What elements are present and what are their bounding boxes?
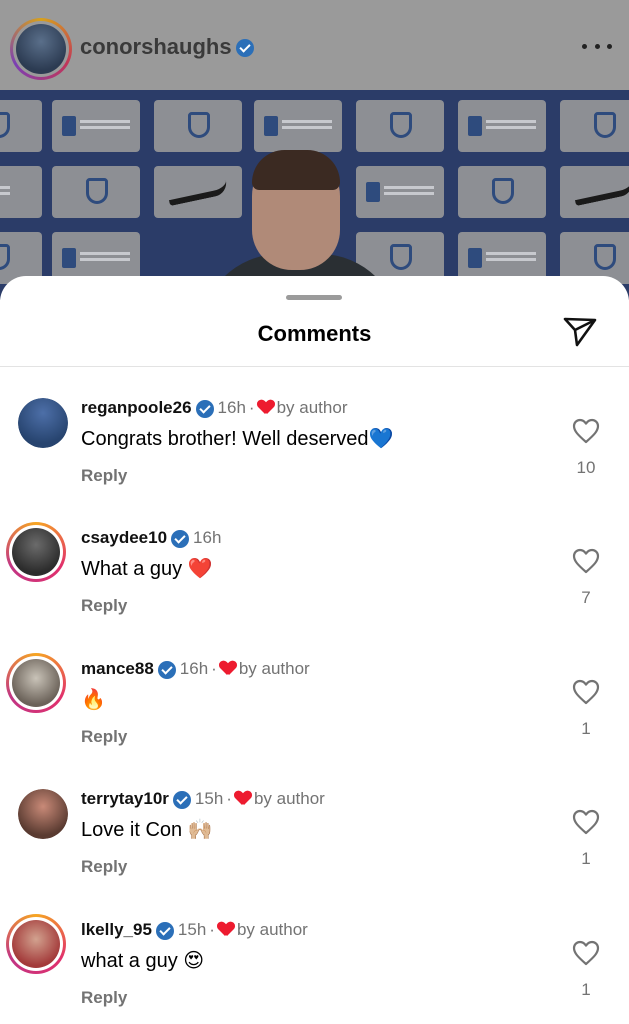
reply-button[interactable]: Reply [81, 988, 127, 1008]
comment-username[interactable]: reganpoole26 [81, 398, 192, 417]
post-username-row[interactable]: conorshaughs [80, 34, 254, 60]
comment-username[interactable]: lkelly_95 [81, 920, 152, 939]
comment-item: mance88 16h · by author 🔥 Reply 1 [0, 653, 629, 779]
separator-dot: · [211, 659, 217, 678]
commenter-avatar[interactable] [6, 522, 66, 582]
verified-badge-icon [171, 529, 190, 548]
comment-text: what a guy 😍 [81, 950, 205, 972]
verified-badge-icon [172, 790, 191, 809]
post-author-avatar[interactable] [10, 18, 72, 80]
comment-item: terrytay10r 15h · by author Love it Con 🙌🏼 Re… [0, 789, 629, 909]
verified-badge-icon [235, 39, 254, 58]
sheet-grabber-handle[interactable] [286, 295, 342, 300]
comment-timestamp: 15h [194, 789, 224, 808]
heart-outline-icon[interactable] [572, 418, 600, 444]
comment-timestamp: 16h [193, 528, 222, 547]
commenter-avatar[interactable] [6, 914, 66, 974]
commenter-avatar[interactable] [6, 653, 66, 713]
verified-badge-icon [195, 399, 214, 418]
comment-text: 🔥 [81, 689, 106, 711]
liked-by-author-label: by author [253, 789, 325, 808]
verified-badge-icon [155, 921, 174, 940]
separator-dot: · [248, 398, 255, 417]
comment-username[interactable]: csaydee10 [81, 528, 167, 547]
commenter-avatar[interactable] [18, 789, 68, 839]
comments-sheet: Comments reganpoole26 16h · by author Congra… [0, 276, 629, 1024]
comment-timestamp: 15h [177, 920, 207, 939]
reply-button[interactable]: Reply [81, 727, 127, 747]
heart-filled-icon [218, 922, 234, 936]
reply-button[interactable]: Reply [81, 596, 127, 616]
comment-item: reganpoole26 16h · by author Congrats brothe… [0, 398, 629, 518]
commenter-avatar[interactable] [18, 398, 68, 448]
post-header: conorshaughs [0, 0, 629, 90]
liked-by-author-label: by author [238, 659, 310, 678]
comment-header: lkelly_95 15h · by author [81, 920, 308, 940]
sheet-divider [0, 366, 629, 367]
comment-text: Love it Con 🙌🏼 [81, 819, 213, 841]
comment-username[interactable]: terrytay10r [81, 789, 169, 808]
separator-dot: · [226, 789, 232, 808]
like-count: 10 [576, 458, 596, 477]
liked-by-author-label: by author [236, 920, 308, 939]
post-username[interactable]: conorshaughs [80, 34, 232, 59]
heart-outline-icon[interactable] [572, 548, 600, 574]
liked-by-author-label: by author [276, 398, 348, 417]
comment-text: Congrats brother! Well deserved💙 [81, 428, 394, 450]
heart-filled-icon [258, 400, 274, 414]
send-icon[interactable] [562, 316, 598, 348]
like-count: 1 [581, 719, 591, 738]
comment-username[interactable]: mance88 [81, 659, 154, 678]
heart-outline-icon[interactable] [572, 940, 600, 966]
reply-button[interactable]: Reply [81, 466, 127, 486]
comment-header: terrytay10r 15h · by author [81, 789, 325, 809]
heart-filled-icon [220, 661, 236, 675]
comment-text: What a guy ❤️ [81, 558, 213, 580]
verified-badge-icon [157, 660, 176, 679]
comment-item: lkelly_95 15h · by author what a guy 😍 Reply 1 [0, 914, 629, 1024]
comment-header: mance88 16h · by author [81, 659, 310, 679]
comment-item: csaydee10 16h What a guy ❤️ Reply 7 [0, 522, 629, 648]
sheet-title: Comments [257, 321, 372, 346]
post-backdrop: conorshaughs [0, 0, 629, 300]
comment-timestamp: 16h [217, 398, 246, 417]
reply-button[interactable]: Reply [81, 857, 127, 877]
comment-timestamp: 16h [179, 659, 209, 678]
heart-outline-icon[interactable] [572, 679, 600, 705]
more-horizontal-icon[interactable] [582, 40, 612, 52]
like-count: 1 [581, 849, 591, 868]
comment-header: csaydee10 16h [81, 528, 221, 548]
comment-header: reganpoole26 16h · by author [81, 398, 347, 418]
heart-filled-icon [235, 791, 251, 805]
heart-outline-icon[interactable] [572, 809, 600, 835]
separator-dot: · [209, 920, 215, 939]
like-count: 1 [581, 980, 591, 999]
like-count: 7 [581, 588, 591, 607]
